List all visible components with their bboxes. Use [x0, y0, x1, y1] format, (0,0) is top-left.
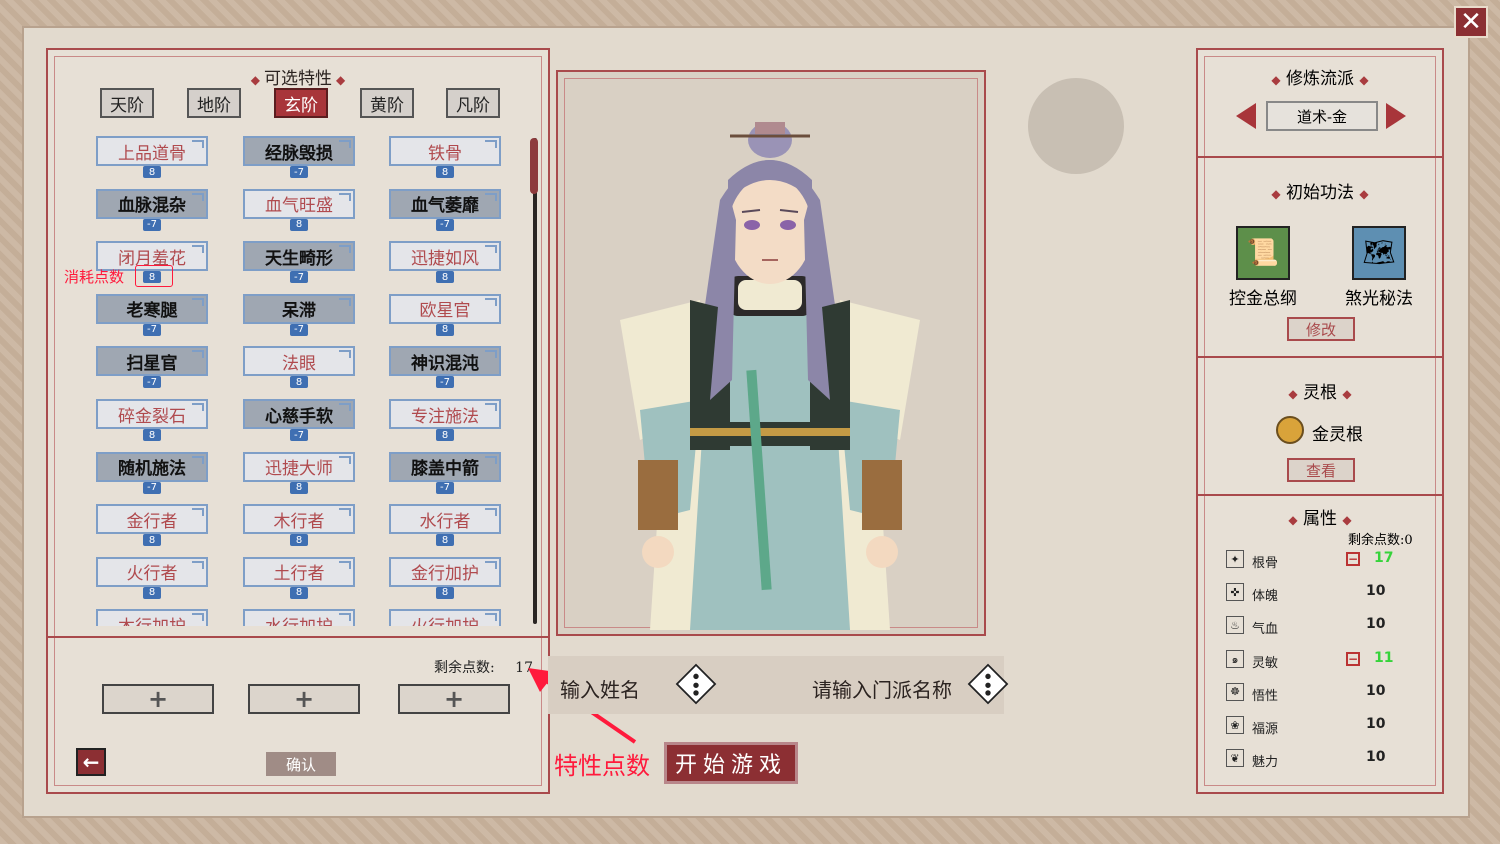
attribute-value: 11 — [1374, 649, 1394, 666]
attribute-icon: ❀ — [1226, 716, 1244, 734]
attribute-icon: ✜ — [1226, 583, 1244, 602]
root-value: 金灵根 — [1312, 425, 1363, 445]
attribute-row: ๑ 灵敏 −11 — [1226, 649, 1426, 671]
attribute-row: ❀ 福源 10 — [1226, 716, 1426, 737]
attribute-value: 17 — [1374, 550, 1394, 566]
attribute-name: 气血 — [1252, 622, 1279, 638]
attribute-name: 悟性 — [1252, 688, 1279, 704]
character-portrait — [620, 122, 920, 630]
attribute-name: 魅力 — [1252, 755, 1279, 771]
skills-title: ◆ 初始功法 ◆ — [1271, 183, 1369, 203]
scroll-icon[interactable]: 📜 — [1236, 226, 1290, 280]
attribute-value: 10 — [1366, 682, 1386, 699]
attribute-row: ☸ 悟性 10 — [1226, 682, 1426, 704]
attribute-icon: ✦ — [1226, 550, 1244, 568]
decrease-attribute-button[interactable]: − — [1346, 651, 1360, 666]
school-title: ◆ 修炼流派 ◆ — [1271, 69, 1369, 89]
attribute-name: 根骨 — [1252, 556, 1279, 571]
divider — [1198, 494, 1442, 496]
attribute-value: 10 — [1366, 716, 1386, 732]
skill-2-name: 煞光秘法 — [1345, 289, 1413, 309]
moon-decoration — [1028, 78, 1124, 174]
attribute-name: 灵敏 — [1252, 655, 1279, 671]
attribute-row: ♨ 气血 10 — [1226, 616, 1426, 638]
attribute-icon: ❦ — [1226, 749, 1244, 768]
next-school-arrow-icon[interactable] — [1386, 103, 1406, 129]
attribute-name: 体魄 — [1252, 589, 1279, 605]
prev-school-arrow-icon[interactable] — [1236, 103, 1256, 129]
attribute-row: ❦ 魅力 10 — [1226, 749, 1426, 771]
attribute-name: 福源 — [1252, 722, 1279, 737]
attribute-value: 10 — [1366, 749, 1386, 766]
map-scroll-icon[interactable]: 🗺 — [1352, 226, 1406, 280]
attribute-icon: ♨ — [1226, 616, 1244, 635]
gold-root-icon — [1276, 416, 1304, 444]
skill-1-name: 控金总纲 — [1229, 289, 1297, 309]
character-name-input[interactable]: 输入姓名 — [560, 674, 640, 703]
divider — [1198, 356, 1442, 358]
attribute-value: 10 — [1366, 583, 1386, 600]
attribute-icon: ๑ — [1226, 649, 1244, 668]
attribute-value: 10 — [1366, 616, 1386, 633]
attributes-title: ◆ 属性 ◆ — [1288, 509, 1352, 529]
attribute-row: ✦ 根骨 −17 — [1226, 550, 1426, 571]
sect-name-input[interactable]: 请输入门派名称 — [812, 674, 952, 703]
divider — [1198, 156, 1442, 158]
attribute-icon: ☸ — [1226, 682, 1244, 701]
attribute-row: ✜ 体魄 10 — [1226, 583, 1426, 605]
root-title: ◆ 灵根 ◆ — [1288, 383, 1352, 403]
school-value: 道术-金 — [1266, 101, 1378, 131]
decrease-attribute-button[interactable]: − — [1346, 552, 1360, 566]
modify-button[interactable]: 修改 — [1287, 317, 1355, 341]
start-game-button[interactable]: 开始游戏 — [664, 742, 798, 784]
view-button[interactable]: 查看 — [1287, 458, 1355, 482]
attribute-points-remaining: 剩余点数:0 — [1348, 533, 1413, 548]
